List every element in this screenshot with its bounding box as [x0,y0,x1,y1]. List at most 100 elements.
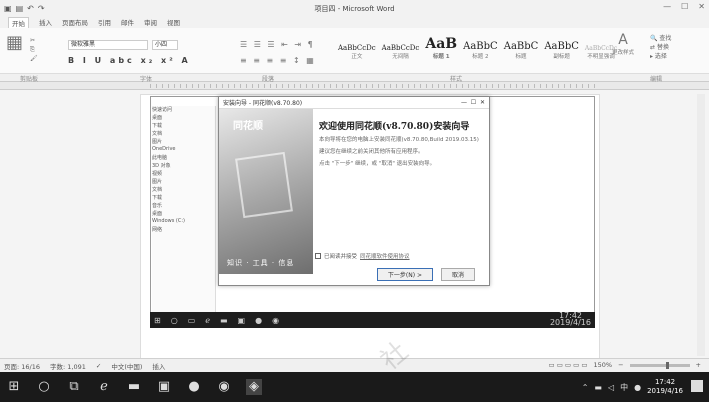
select-button[interactable]: ▸ 选择 [650,52,671,61]
font-name-select[interactable]: 微软雅黑 [68,40,148,50]
tray-app-icon[interactable]: ● [634,383,641,392]
style-heading1[interactable]: AaB 标题 1 [425,36,457,60]
instruction-text: 点击 "下一步" 继续，或 "取消" 退出安装向导。 [319,161,436,167]
explorer-sidebar: 快速访问 桌面 下载 文档 图片 OneDrive 此电脑 3D 对象 视频 图… [152,106,216,314]
system-tray: ⌃ ▬ ◁ 中 ● 17:42 2019/4/16 [582,378,683,396]
explorer-item[interactable]: 视频 [152,170,215,178]
find-button[interactable]: 🔍 查找 [650,34,671,43]
explorer-item[interactable]: 文档 [152,186,215,194]
inner-app-icon[interactable]: ● [255,316,262,325]
clock[interactable]: 17:42 2019/4/16 [647,378,683,396]
style-gallery: AaBbCcDc 正文 AaBbCcDc 无间隔 AaB 标题 1 AaBbC 标题 2… [338,36,617,60]
zoom-out-button[interactable]: − [618,361,623,369]
edge-icon[interactable]: ℯ [96,379,112,395]
status-bar: 页面: 16/16 字数: 1,091 ✓ 中文(中国) 插入 ▭ ▭ ▭ ▭ … [0,358,709,372]
notification-icon[interactable] [691,380,703,392]
style-subtitle[interactable]: AaBbC 副标题 [544,41,579,60]
zoom-slider[interactable] [629,361,690,369]
inner-taskbar: ⊞ ○ ▭ ℯ ▬ ▣ ● ◉ 17:42 2019/4/16 [150,312,595,328]
explorer-item[interactable]: OneDrive [152,146,215,154]
language[interactable]: 中文(中国) [111,361,142,371]
license-link[interactable]: 同花顺软件使用协议 [360,252,410,260]
volume-icon[interactable]: ◁ [608,383,614,392]
explorer-item[interactable]: 文档 [152,130,215,138]
explorer-item[interactable]: 下载 [152,122,215,130]
zoom-level[interactable]: 150% [594,361,613,369]
style-no-spacing[interactable]: AaBbCcDc 无间隔 [382,44,420,60]
inner-app-icon[interactable]: ◉ [272,316,279,325]
explorer-item[interactable]: 3D 对象 [152,162,215,170]
vertical-scrollbar[interactable] [697,94,705,356]
change-styles-icon[interactable]: A 更改样式 [612,32,634,56]
chevron-up-icon[interactable]: ⌃ [582,383,589,392]
input-method-icon[interactable]: 中 [620,382,628,393]
close-button[interactable]: ✕ [698,2,705,11]
style-heading2[interactable]: AaBbC 标题 2 [463,41,498,60]
minimize-button[interactable]: — [663,2,671,11]
page-count[interactable]: 页面: 16/16 [4,361,40,371]
inner-clock: 17:42 2019/4/16 [549,311,591,327]
installer-window-controls[interactable]: — ☐ ✕ [461,99,485,106]
view-buttons[interactable]: ▭ ▭ ▭ ▭ ▭ [549,361,588,369]
inner-search-icon[interactable]: ○ [171,316,178,325]
tab-references[interactable]: 引用 [98,17,111,27]
tab-review[interactable]: 审阅 [144,17,157,27]
installer-banner: 同花顺 知识 · 工具 · 信息 [219,109,313,274]
search-icon[interactable]: ○ [36,379,52,395]
replace-button[interactable]: ⇄ 替换 [650,43,671,52]
style-title[interactable]: AaBbC 标题 [504,41,539,60]
taskbar: ⊞ ○ ⧉ ℯ ▬ ▣ ● ◉ ◈ ⌃ ▬ ◁ 中 ● 17:42 2019/4/… [0,372,709,402]
explorer-item[interactable]: 图片 [152,138,215,146]
font-format-buttons[interactable]: B I U abc x₂ x² A [68,56,191,65]
zoom-control: ▭ ▭ ▭ ▭ ▭ 150% − + [549,361,701,369]
ruler[interactable] [0,82,709,90]
file-explorer-icon[interactable]: ▬ [126,379,142,395]
zoom-in-button[interactable]: + [696,361,701,369]
app-icon[interactable]: ● [186,379,202,395]
title-bar: ▣ ▤ ↶ ↷ 项目四 - Microsoft Word — ☐ ✕ [0,0,709,16]
inner-edge-icon[interactable]: ℯ [205,316,210,325]
explorer-item[interactable]: 图片 [152,178,215,186]
insert-mode[interactable]: 插入 [152,361,165,371]
tab-mailings[interactable]: 邮件 [121,17,134,27]
paragraph-buttons[interactable]: ☰ ☰ ☰ ⇤ ⇥ ¶ [240,40,315,49]
tab-layout[interactable]: 页面布局 [62,17,88,27]
explorer-item[interactable]: 桌面 [152,114,215,122]
agreement-row: 已阅读并接受 同花顺软件使用协议 [315,252,410,260]
alignment-buttons[interactable]: ≡ ≡ ≡ ≡ ↕ ▦ [240,56,316,65]
font-size-select[interactable]: 小四 [152,40,178,50]
explorer-item[interactable]: 桌面 [152,210,215,218]
installer-app-icon[interactable]: ◈ [246,379,262,395]
task-view-icon[interactable]: ⧉ [66,379,82,395]
agree-checkbox[interactable] [315,253,321,259]
explorer-item[interactable]: 音乐 [152,202,215,210]
inner-explorer-icon[interactable]: ▬ [220,316,228,325]
ribbon-group-labels: 剪贴板 字体 段落 样式 编辑 [0,74,709,83]
tonghuashun-logo: 同花顺 [233,121,263,132]
explorer-item[interactable]: 网络 [152,226,215,234]
explorer-item[interactable]: Windows (C:) [152,218,215,226]
installer-title: 安装向导 - 同花顺(v8.70.80) [223,100,303,107]
installer-titlebar: 安装向导 - 同花顺(v8.70.80) — ☐ ✕ [219,97,489,109]
welcome-heading: 欢迎使用同花顺(v8.70.80)安装向导 [319,122,470,132]
style-normal[interactable]: AaBbCcDc 正文 [338,44,376,60]
inner-start-icon[interactable]: ⊞ [154,316,161,325]
explorer-item[interactable]: 下载 [152,194,215,202]
network-icon[interactable]: ▬ [594,383,602,392]
chrome-icon[interactable]: ◉ [216,379,232,395]
tab-view[interactable]: 视图 [167,17,180,27]
spellcheck-icon[interactable]: ✓ [96,362,101,370]
start-icon[interactable]: ⊞ [6,379,22,395]
next-button[interactable]: 下一步(N) > [376,268,433,281]
explorer-item[interactable]: 此电脑 [152,154,215,162]
maximize-button[interactable]: ☐ [681,2,688,11]
inner-app-icon[interactable]: ▣ [238,316,246,325]
paste-icon[interactable]: ▦ [6,32,23,53]
tab-insert[interactable]: 插入 [39,17,52,27]
explorer-item[interactable]: 快速访问 [152,106,215,114]
photos-icon[interactable]: ▣ [156,379,172,395]
tab-home[interactable]: 开始 [8,16,29,28]
inner-taskview-icon[interactable]: ▭ [188,316,196,325]
cancel-button[interactable]: 取消 [440,268,475,281]
word-count[interactable]: 字数: 1,091 [50,361,86,371]
